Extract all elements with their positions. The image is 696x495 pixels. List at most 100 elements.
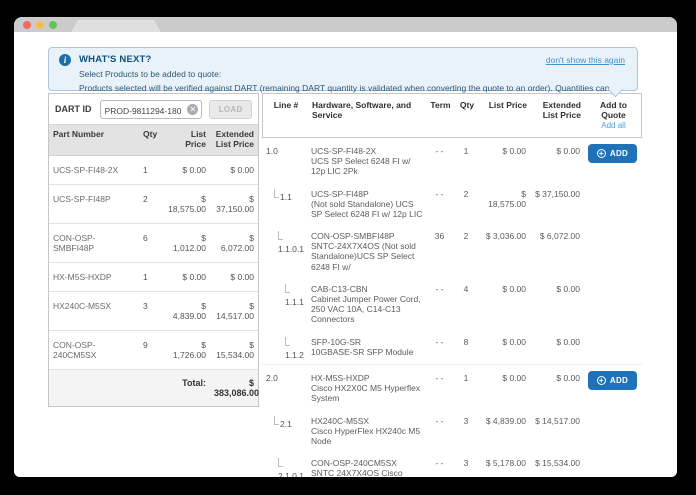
line-number-cell: 2.1.0.1 — [262, 450, 308, 477]
clear-input-icon[interactable]: ✕ — [187, 104, 198, 115]
list-price-cell: $ 4,839.00 — [164, 292, 210, 330]
line-number: 1.1.1 — [285, 297, 304, 307]
line-number: 1.0 — [266, 146, 278, 156]
hardware-cell: HX240C-M5SXCisco HyperFlex HX240c M5 Nod… — [308, 408, 426, 451]
dart-id-input[interactable] — [101, 102, 189, 119]
term-cell: 36 — [426, 223, 453, 276]
col-add-to-quote: Add to Quote Add all — [584, 94, 643, 137]
info-icon: i — [59, 54, 71, 66]
hardware-cell: HX-M5S-HXDPCisco HX2X0C M5 Hyperflex Sys… — [308, 365, 426, 408]
line-number: 2.1 — [280, 419, 292, 429]
col-hardware-software-service: Hardware, Software, and Service — [309, 94, 427, 137]
part-description: UCS SP Select 6248 FI w/ 12p LIC 2Pk — [311, 156, 423, 176]
part-description: (Not sold Standalone) UCS SP Select 6248… — [311, 199, 423, 219]
part-number: HX240C-M5SX — [311, 416, 423, 426]
banner-instruction: Select Products to be added to quote: — [79, 69, 627, 79]
qty-cell: 9 — [139, 331, 164, 369]
extended-price-cell: $ 15,534.00 — [210, 331, 258, 369]
hardware-cell: CAB-C13-CBNCabinet Jumper Power Cord, 25… — [308, 276, 426, 329]
action-cell — [583, 329, 642, 364]
extended-price-cell: $ 6,072.00 — [529, 223, 583, 276]
col-quantity: Qty — [454, 94, 480, 137]
dart-id-row: DART ID ✕ LOAD — [49, 94, 258, 125]
add-button[interactable]: +ADD — [588, 371, 637, 390]
term-cell: - - — [426, 181, 453, 224]
quote-row: 1.1.1 CAB-C13-CBNCabinet Jumper Power Cor… — [262, 276, 642, 329]
qty-cell: 2 — [453, 223, 479, 276]
list-price-cell: $ 18,575.00 — [479, 181, 529, 224]
zoom-window-icon[interactable] — [49, 21, 57, 29]
table-row: UCS-SP-FI48P2$ 18,575.00$ 37,150.00 — [49, 185, 258, 224]
table-row: CON-OSP-240CM5SX9$ 1,726.00$ 15,534.00 — [49, 331, 258, 370]
extended-price-cell: $ 0.00 — [529, 329, 583, 364]
list-price-cell: $ 5,178.00 — [479, 450, 529, 477]
term-cell: - - — [426, 450, 453, 477]
action-cell — [583, 450, 642, 477]
dart-id-label: DART ID — [55, 104, 100, 114]
screenshot-stage: i WHAT'S NEXT? don't show this again Sel… — [0, 0, 696, 495]
tree-connector-icon — [274, 416, 279, 425]
line-number-cell: 1.1 — [262, 181, 308, 224]
list-price-cell: $ 18,575.00 — [164, 185, 210, 223]
dart-table-body: UCS-SP-FI48-2X1$ 0.00$ 0.00UCS-SP-FI48P2… — [49, 156, 258, 370]
line-number-cell: 2.1 — [262, 408, 308, 451]
load-button[interactable]: LOAD — [209, 100, 252, 119]
part-number-cell: HX-M5S-HXDP — [49, 263, 139, 291]
term-cell: - - — [426, 408, 453, 451]
dont-show-again-link[interactable]: don't show this again — [546, 55, 625, 65]
extended-price-cell: $ 15,534.00 — [529, 450, 583, 477]
table-row: HX-M5S-HXDP1$ 0.00$ 0.00 — [49, 263, 258, 292]
tree-connector-icon — [285, 284, 290, 293]
extended-price-cell: $ 14,517.00 — [529, 408, 583, 451]
col-extended-list-price: Extended List Price — [530, 94, 584, 137]
action-cell: +ADD — [583, 365, 642, 408]
close-window-icon[interactable] — [23, 21, 31, 29]
table-row: CON-OSP-SMBFI48P6$ 1,012.00$ 6,072.00 — [49, 224, 258, 263]
extended-price-cell: $ 37,150.00 — [529, 181, 583, 224]
qty-cell: 4 — [453, 276, 479, 329]
quote-row: 2.0HX-M5S-HXDPCisco HX2X0C M5 Hyperflex … — [262, 365, 642, 408]
col-term: Term — [427, 94, 454, 137]
qty-cell: 1 — [139, 263, 164, 291]
quote-row: 2.1 HX240C-M5SXCisco HyperFlex HX240c M5 … — [262, 408, 642, 451]
line-number: 2.1.0.1 — [278, 471, 304, 477]
col-list-price: List Price — [480, 94, 530, 137]
quote-group: 2.0HX-M5S-HXDPCisco HX2X0C M5 Hyperflex … — [262, 365, 642, 477]
list-price-cell: $ 0.00 — [479, 138, 529, 181]
quote-table-header: Line # Hardware, Software, and Service T… — [262, 93, 642, 138]
list-price-cell: $ 1,012.00 — [164, 224, 210, 262]
tree-connector-icon — [278, 458, 283, 467]
qty-cell: 2 — [453, 181, 479, 224]
add-all-link[interactable]: Add all — [587, 121, 640, 131]
extended-price-cell: $ 0.00 — [529, 365, 583, 408]
hardware-cell: SFP-10G-SR10GBASE-SR SFP Module — [308, 329, 426, 364]
tree-connector-icon — [278, 231, 283, 240]
quote-panel: Line # Hardware, Software, and Service T… — [262, 93, 642, 477]
extended-price-cell: $ 6,072.00 — [210, 224, 258, 262]
list-price-cell: $ 0.00 — [479, 276, 529, 329]
minimize-window-icon[interactable] — [36, 21, 44, 29]
action-cell: +ADD — [583, 138, 642, 181]
list-price-cell: $ 4,839.00 — [479, 408, 529, 451]
col-part-number: Part Number — [49, 125, 139, 155]
banner-title: WHAT'S NEXT? — [79, 54, 627, 65]
tree-connector-icon — [285, 337, 290, 346]
part-description: Cisco HX2X0C M5 Hyperflex System — [311, 383, 423, 403]
quote-row: 1.1.0.1CON-OSP-SMBFI48PSNTC-24X7X4OS (No… — [262, 223, 642, 276]
part-number: CON-OSP-240CM5SX — [311, 458, 423, 468]
part-description: Cabinet Jumper Power Cord, 250 VAC 10A, … — [311, 294, 423, 325]
table-row: HX240C-M5SX3$ 4,839.00$ 14,517.00 — [49, 292, 258, 331]
part-number-cell: UCS-SP-FI48P — [49, 185, 139, 223]
add-button[interactable]: +ADD — [588, 144, 637, 163]
whats-next-banner: i WHAT'S NEXT? don't show this again Sel… — [48, 47, 638, 91]
part-number: CON-OSP-SMBFI48P — [311, 231, 423, 241]
hardware-cell: UCS-SP-FI48P(Not sold Standalone) UCS SP… — [308, 181, 426, 224]
action-cell — [583, 276, 642, 329]
hardware-cell: CON-OSP-SMBFI48PSNTC-24X7X4OS (Not sold … — [308, 223, 426, 276]
browser-tab[interactable] — [71, 20, 161, 32]
line-number-cell: 1.1.2 — [262, 329, 308, 364]
dart-id-input-wrap: ✕ — [100, 100, 203, 119]
qty-cell: 1 — [453, 138, 479, 181]
quote-row: 1.0UCS-SP-FI48-2XUCS SP Select 6248 FI w… — [262, 138, 642, 181]
quote-row: 1.1.2SFP-10G-SR10GBASE-SR SFP Module- -8… — [262, 329, 642, 364]
